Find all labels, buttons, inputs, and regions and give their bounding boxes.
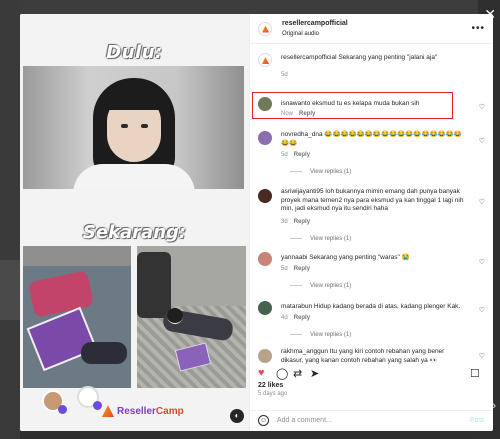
heart-icon[interactable]: ♡	[479, 306, 485, 314]
audio-label[interactable]: Original audio	[282, 29, 348, 39]
comment-text: isnawanto eksmud tu es kelapa muda bukan…	[281, 100, 420, 107]
account-username[interactable]: resellercampofficial	[282, 19, 348, 29]
share-icon[interactable]: ➤	[310, 367, 319, 380]
comment-time: 3d	[281, 219, 288, 225]
caption-time: 5d	[281, 72, 288, 78]
action-bar: ♥ ◯ ⇄ ➤ ☐	[250, 367, 493, 383]
reply-button[interactable]: Reply	[294, 152, 310, 158]
play-badge-icon	[93, 401, 102, 410]
photo-street	[137, 246, 246, 388]
comment-meta: Now Reply	[281, 111, 315, 117]
comment-input[interactable]: Add a comment...	[277, 417, 332, 424]
backdrop-left-strip	[0, 0, 20, 439]
motorbike	[137, 252, 171, 318]
comment-meta: 5d Reply	[281, 266, 310, 272]
comment-time: Now	[281, 111, 294, 117]
add-comment-bar: ☺ Add a comment... Post	[250, 410, 493, 431]
avatar[interactable]	[258, 189, 272, 203]
view-replies-button[interactable]: View replies (1)	[290, 332, 351, 338]
avatar[interactable]	[258, 131, 272, 145]
heart-icon[interactable]: ♡	[479, 198, 485, 206]
photo-sofa	[23, 246, 131, 388]
comment-text: matarabun Hidup kadang berada di atas, k…	[281, 303, 461, 310]
avatar[interactable]	[258, 252, 272, 266]
comment-text: asriwijayanti95 loh bukannya mimin emang…	[281, 188, 464, 212]
reply-button[interactable]: Reply	[294, 315, 310, 321]
brand-prefix: Reseller	[117, 405, 156, 417]
brand-mark-icon	[102, 405, 114, 417]
emoji-icon[interactable]: ☺	[258, 415, 269, 426]
post-modal: Dulu: Sekarang: ResellerCamp ◐ resellerc…	[20, 14, 493, 431]
caption-text: resellercampofficial Sekarang yang penti…	[281, 54, 438, 61]
post-header: resellercampofficial Original audio •••	[250, 14, 493, 44]
comment-text: novredha_dna 😂😂😂😂😂😂😂😂😂😂😂😂😂😂😂😂😂😂😂	[281, 131, 462, 147]
comment-text: yannaabi Sekarang yang penting "waras" 😭	[281, 254, 410, 261]
child-eye-right	[141, 124, 148, 128]
comment-meta: 3d Reply	[281, 219, 310, 225]
view-replies-button[interactable]: View replies (1)	[290, 169, 351, 175]
view-replies-button[interactable]: View replies (1)	[290, 283, 351, 289]
comment-list[interactable]: resellercampofficial Sekarang yang penti…	[250, 44, 493, 367]
reply-button[interactable]: Reply	[294, 219, 310, 225]
caption-before: Dulu:	[106, 42, 163, 63]
heart-icon[interactable]: ♡	[479, 137, 485, 145]
person-head	[167, 308, 183, 324]
comment-meta: 5d Reply	[281, 152, 310, 158]
heart-icon[interactable]: ♡	[479, 258, 485, 266]
brand-suffix: Camp	[155, 405, 184, 417]
comment-time: 4d	[281, 315, 288, 321]
comments-panel: resellercampofficial Original audio ••• …	[249, 14, 493, 431]
more-options-icon[interactable]: •••	[471, 23, 485, 34]
account-avatar[interactable]	[258, 21, 272, 36]
child-shirt	[73, 164, 195, 189]
view-replies-button[interactable]: View replies (1)	[290, 236, 351, 242]
bookmark-icon[interactable]: ☐	[470, 367, 480, 380]
child-eye-left	[121, 124, 128, 128]
avatar[interactable]	[258, 349, 272, 363]
post-time: 5 days ago	[258, 391, 288, 397]
reply-button[interactable]: Reply	[299, 111, 315, 117]
heart-icon[interactable]: ♡	[479, 352, 485, 360]
account-info: resellercampofficial Original audio	[282, 19, 348, 39]
avatar[interactable]	[258, 301, 272, 315]
child-bangs	[105, 84, 163, 110]
repost-icon[interactable]: ⇄	[293, 367, 302, 380]
mute-icon[interactable]: ◐	[230, 409, 244, 423]
post-media[interactable]: Dulu: Sekarang: ResellerCamp ◐	[20, 14, 249, 431]
brand-name: ResellerCamp	[117, 406, 184, 417]
comment-text: rakhma_anggun Itu yang kiri contoh rebah…	[281, 348, 445, 364]
play-badge-icon	[58, 405, 67, 414]
comment-meta: 4d Reply	[281, 315, 310, 321]
heart-icon[interactable]: ♡	[479, 103, 485, 111]
account-avatar[interactable]	[258, 53, 272, 67]
comment-icon[interactable]: ◯	[276, 367, 288, 380]
post-button[interactable]: Post	[470, 417, 484, 424]
likes-count[interactable]: 22 likes	[258, 382, 283, 389]
reply-button[interactable]: Reply	[294, 266, 310, 272]
like-heart-icon[interactable]: ♥	[258, 367, 265, 379]
caption-now: Sekarang:	[82, 222, 187, 243]
photo-child	[23, 66, 244, 189]
avatar[interactable]	[258, 97, 272, 111]
comment-time: 5d	[281, 152, 288, 158]
person-legs	[81, 342, 127, 364]
brand-logo: ResellerCamp	[102, 405, 184, 417]
comment-time: 5d	[281, 266, 288, 272]
